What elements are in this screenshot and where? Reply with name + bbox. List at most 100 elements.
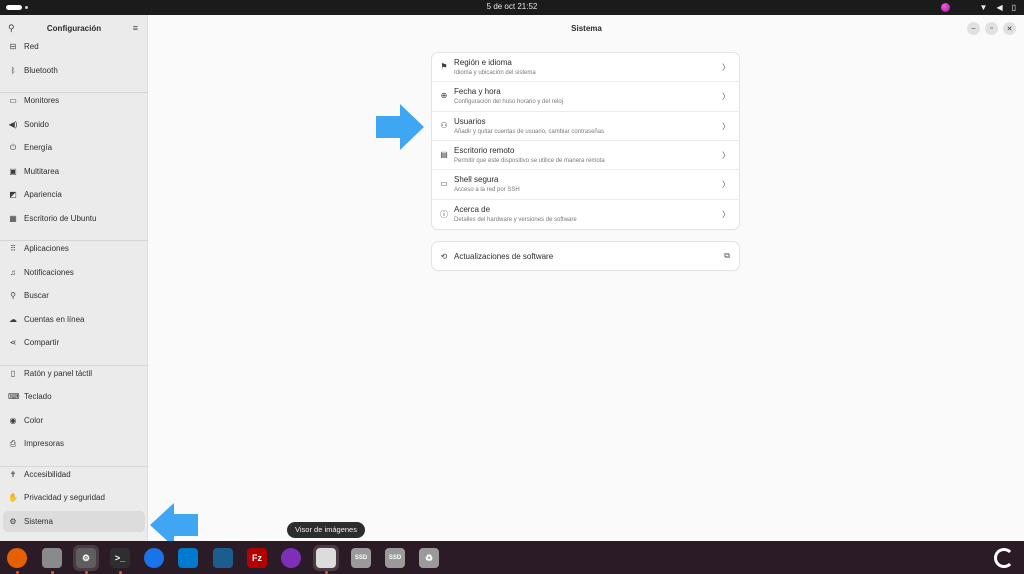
menu-icon[interactable]: ≡ <box>133 23 138 33</box>
chrome-dock-icon[interactable] <box>141 545 167 571</box>
ssd-drive-1-icon: SSD <box>351 548 371 568</box>
sidebar-item-color[interactable]: ◉ Color <box>3 410 145 431</box>
sidebar-item-label: Monitores <box>24 96 60 105</box>
settings-row[interactable]: ⚇ Usuarios Añadir y quitar cuentas de usua… <box>432 112 739 141</box>
sidebar-item-label: Notificaciones <box>24 267 74 277</box>
battery-icon[interactable]: ▯ <box>1012 2 1016 13</box>
sidebar-item-label: Red <box>24 42 39 51</box>
chevron-right-icon: 〉 <box>722 150 730 160</box>
sidebar-item-label: Aplicaciones <box>24 244 69 253</box>
sidebar-item-multitarea[interactable]: ▣ Multitarea <box>3 161 145 182</box>
sidebar-item-sistema[interactable]: ⚙ Sistema <box>3 510 145 532</box>
updates-row[interactable]: ⟲ Actualizaciones de software ⧉ <box>432 242 739 270</box>
sidebar-item-bluetooth[interactable]: ᛒ Bluetooth <box>3 60 145 81</box>
show-apps-button[interactable] <box>994 548 1014 568</box>
sidebar-item-aplicaciones[interactable]: ⠿ Aplicaciones <box>3 238 145 259</box>
ssd-drive-2-dock-icon[interactable]: SSD <box>382 545 408 571</box>
sidebar-item-teclado[interactable]: ⌨ Teclado <box>3 386 145 407</box>
sidebar-item-sonido[interactable]: ◀) Sonido <box>3 114 145 135</box>
files-icon <box>42 548 62 568</box>
sidebar-item-label: Sistema <box>24 516 53 526</box>
virtualbox-icon <box>213 548 233 568</box>
files-dock-icon[interactable] <box>39 545 65 574</box>
image-viewer-icon <box>316 548 336 568</box>
external-link-icon: ⧉ <box>724 251 730 260</box>
sidebar-item-monitores[interactable]: ▭ Monitores <box>3 90 145 111</box>
settings-row[interactable]: ▭ Shell segura Acceso a la red por SSH 〉 <box>432 170 739 200</box>
color-picker-icon[interactable] <box>940 3 950 12</box>
share-icon: ⋖ <box>9 338 17 347</box>
settings-row[interactable]: ⚑ Región e idioma Idioma y ubicación del s… <box>432 53 739 83</box>
sidebar-item-impresoras[interactable]: ⎙ Impresoras <box>3 433 145 454</box>
appearance-icon: ◩ <box>9 190 17 199</box>
multitask-icon: ▣ <box>9 166 17 176</box>
system-tray[interactable]: ▼ ◀ ▯ <box>940 2 1016 13</box>
settings-dock-icon[interactable]: ⚙ <box>73 545 99 574</box>
virtualbox-dock-icon[interactable] <box>210 545 236 571</box>
bluetooth-icon: ᛒ <box>10 65 16 75</box>
updates-card: ⟲ Actualizaciones de software ⧉ <box>432 242 739 270</box>
sidebar-item-red[interactable]: ⊟ Red <box>3 36 145 57</box>
maximize-button[interactable]: ▫ <box>985 22 998 35</box>
sidebar-item-ratón-y-panel-táctil[interactable]: ▯ Ratón y panel táctil <box>3 363 145 384</box>
apps-icon: ⠿ <box>10 244 16 253</box>
sidebar-item-escritorio-de-ubuntu[interactable]: ▦ Escritorio de Ubuntu <box>3 208 145 229</box>
sidebar-item-cuentas-en-línea[interactable]: ☁ Cuentas en línea <box>3 309 145 330</box>
row-title: Usuarios <box>454 116 486 126</box>
row-title: Fecha y hora <box>454 87 501 97</box>
sidebar-item-compartir[interactable]: ⋖ Compartir <box>3 332 145 353</box>
image-viewer-dock-icon[interactable] <box>313 545 339 574</box>
tor-browser-dock-icon[interactable] <box>278 545 304 571</box>
page-title: Sistema <box>571 24 602 33</box>
sidebar-item-accesibilidad[interactable]: ✝ Accesibilidad <box>3 464 145 485</box>
minimize-button[interactable]: – <box>967 22 980 35</box>
row-subtitle: Configuración del huso horario y del rel… <box>454 99 564 106</box>
chevron-right-icon: 〉 <box>722 180 730 190</box>
sound-icon: ◀) <box>8 119 18 129</box>
search-icon: ⚲ <box>10 291 16 300</box>
cloud-icon: ☁ <box>9 314 17 324</box>
terminal-dock-icon[interactable]: >_ <box>107 545 133 574</box>
sidebar-item-apariencia[interactable]: ◩ Apariencia <box>3 184 145 205</box>
trash-dock-icon[interactable]: ♻ <box>416 545 442 571</box>
settings-row[interactable]: ⊕ Fecha y hora Configuración del huso hora… <box>432 82 739 112</box>
filezilla-dock-icon[interactable]: Fz <box>244 545 270 571</box>
clock[interactable]: 5 de oct 21:52 <box>0 2 1024 11</box>
keyboard-icon: ⌨ <box>8 392 20 401</box>
wifi-icon[interactable]: ▼ <box>980 2 988 13</box>
row-subtitle: Acceso a la red por SSH <box>454 187 520 194</box>
terminal-icon: >_ <box>110 548 130 568</box>
close-button[interactable]: ✕ <box>1003 22 1016 35</box>
vscode-dock-icon[interactable] <box>175 545 201 571</box>
top-bar: 5 de oct 21:52 ▼ ◀ ▯ <box>0 0 1024 15</box>
row-title: Shell segura <box>454 175 499 185</box>
row-title: Región e idioma <box>454 58 512 67</box>
row-subtitle: Permitir que este dispositivo se utilice… <box>454 157 605 164</box>
sidebar-item-notificaciones[interactable]: ♫ Notificaciones <box>3 262 145 283</box>
info-icon: ⓘ <box>440 209 448 219</box>
sidebar-item-energía[interactable]: ⏻ Energía <box>3 137 145 158</box>
main-panel: Sistema – ▫ ✕ ⚑ Región e idioma Idioma y u… <box>149 15 1024 541</box>
mouse-icon: ▯ <box>10 368 16 378</box>
system-icon: ⚙ <box>9 516 17 526</box>
settings-row[interactable]: ⓘ Acerca de Detalles del hardware y versio… <box>432 200 739 229</box>
sidebar-item-buscar[interactable]: ⚲ Buscar <box>3 285 145 306</box>
settings-row[interactable]: ▤ Escritorio remoto Permitir que este disp… <box>432 141 739 171</box>
vscode-icon <box>178 548 198 568</box>
sidebar-item-label: Escritorio de Ubuntu <box>24 213 97 223</box>
ssd-drive-1-dock-icon[interactable]: SSD <box>348 545 374 571</box>
trash-icon: ♻ <box>419 548 439 568</box>
tor-browser-icon <box>281 548 301 568</box>
privacy-icon: ✋ <box>8 493 18 502</box>
sidebar-item-privacidad-y-seguridad[interactable]: ✋ Privacidad y seguridad <box>3 487 145 508</box>
bell-icon: ♫ <box>10 267 16 277</box>
sidebar-item-label: Bluetooth <box>24 65 58 75</box>
system-settings-list: ⚑ Región e idioma Idioma y ubicación del s… <box>432 53 739 229</box>
clock-icon: ⊕ <box>440 91 448 101</box>
dock-tooltip: Visor de imágenes <box>287 522 365 538</box>
volume-icon[interactable]: ◀ <box>996 2 1002 13</box>
firefox-icon <box>7 548 27 568</box>
chevron-right-icon: 〉 <box>722 92 730 102</box>
sidebar-item-label: Buscar <box>24 291 49 300</box>
firefox-dock-icon[interactable] <box>4 545 30 574</box>
